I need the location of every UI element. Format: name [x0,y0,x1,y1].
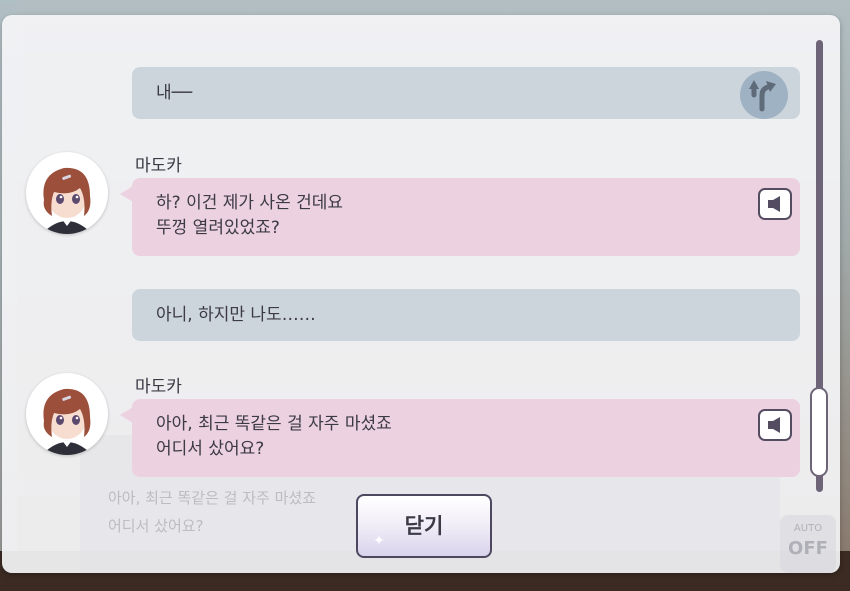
speaker-icon [768,417,780,433]
bubble-tail [120,186,133,202]
speaker-name: 마도카 [135,377,182,397]
speaker-icon [768,196,780,212]
auto-label: AUTO [793,523,823,534]
close-button[interactable]: ✦ 닫기 [356,494,492,558]
madoka-avatar [26,373,108,455]
background-dialogue-line-2: 어디서 샀어요? [108,517,204,535]
speaker-name: 마도카 [135,156,182,176]
player-line-text: 아니, 하지만 나도…… [156,305,316,325]
dialogue-log-window: 아아, 최근 똑같은 걸 자주 마셨죠 어디서 샀어요? AUTO OFF 내─… [2,15,840,573]
bubble-tail [120,407,133,423]
log-entry-player-1: 내── [132,67,800,119]
auto-state: OFF [788,538,828,559]
choice-branch-icon [740,71,788,119]
log-entry-npc-1: 하? 이건 제가 사온 건데요 뚜껑 열려있었죠? [120,178,800,256]
log-scrollbar-thumb[interactable] [810,387,828,477]
close-button-label: 닫기 [404,514,444,538]
log-entry-npc-2: 아아, 최근 똑같은 걸 자주 마셨죠 어디서 샀어요? [120,399,800,477]
log-entry-player-2: 아니, 하지만 나도…… [132,289,800,341]
voice-play-button[interactable] [758,409,792,441]
madoka-avatar [26,152,108,234]
sparkle-icon: ✦ [373,533,385,549]
npc-line-text: 아아, 최근 똑같은 걸 자주 마셨죠 어디서 샀어요? [156,414,392,459]
voice-play-button[interactable] [758,188,792,220]
background-dialogue-line-1: 아아, 최근 똑같은 걸 자주 마셨죠 [108,489,317,507]
npc-line-text: 하? 이건 제가 사온 건데요 뚜껑 열려있었죠? [156,193,344,238]
background-auto-button: AUTO OFF [780,515,836,573]
player-line-text: 내── [156,83,193,103]
